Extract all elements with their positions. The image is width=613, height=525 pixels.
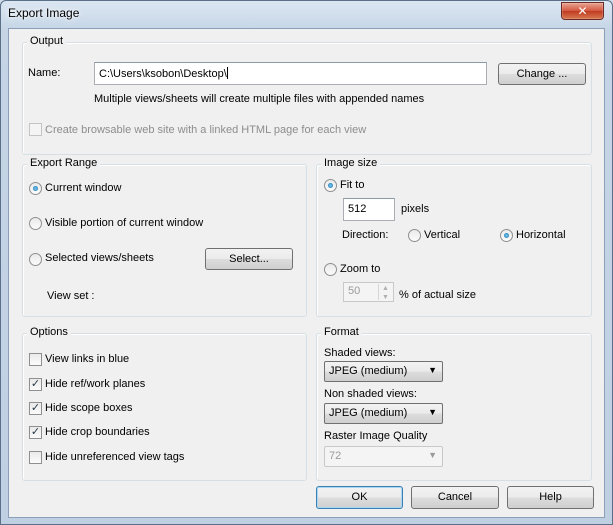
nonshaded-views-label: Non shaded views: (324, 388, 417, 400)
option-label: View links in blue (45, 353, 130, 365)
change-button[interactable]: Change ... (498, 63, 586, 85)
text-caret (226, 67, 228, 79)
chevron-down-icon: ▼ (428, 365, 437, 375)
browsable-checkbox[interactable] (29, 123, 42, 136)
checkmark-icon: ✓ (30, 426, 41, 438)
visible-portion-label: Visible portion of current window (45, 217, 204, 229)
close-icon: ✕ (577, 4, 588, 18)
chevron-down-icon: ▼ (428, 450, 437, 460)
option-label: Hide ref/work planes (45, 378, 146, 390)
option-label: Hide unreferenced view tags (45, 451, 185, 463)
help-button[interactable]: Help (507, 486, 594, 509)
vertical-radio[interactable] (408, 229, 421, 242)
visible-portion-radio[interactable] (29, 217, 42, 230)
raster-quality-value: 72 (329, 450, 342, 462)
image-size-group: Image size Fit to 512 pixels Direction: … (316, 157, 592, 317)
shaded-views-dropdown[interactable]: JPEG (medium) ▼ (324, 361, 443, 382)
option-checkbox[interactable]: ✓ (29, 402, 42, 415)
fit-to-radio[interactable] (324, 179, 337, 192)
dialog-body: Output Name: C:\Users\ksobon\Desktop\ Ch… (8, 28, 605, 518)
spin-down-icon: ▼ (382, 294, 389, 301)
options-group: Options View links in blue ✓ Hide ref/work… (22, 326, 307, 481)
options-label: Options (27, 326, 71, 338)
name-field[interactable]: C:\Users\ksobon\Desktop\ (94, 62, 487, 85)
horizontal-label: Horizontal (516, 229, 566, 241)
zoom-unit-label: % of actual size (399, 289, 477, 301)
option-label: Hide crop boundaries (45, 426, 150, 438)
option-checkbox[interactable]: ✓ (29, 378, 42, 391)
zoom-to-label: Zoom to (340, 263, 381, 275)
horizontal-radio[interactable] (500, 229, 513, 242)
output-group: Output Name: C:\Users\ksobon\Desktop\ Ch… (22, 35, 592, 155)
cancel-button[interactable]: Cancel (411, 486, 499, 509)
browsable-label: Create browsable web site with a linked … (45, 124, 367, 136)
current-window-radio[interactable] (29, 182, 42, 195)
spin-up-icon: ▲ (382, 285, 389, 292)
selected-views-radio[interactable] (29, 253, 42, 266)
checkmark-icon: ✓ (30, 402, 41, 414)
select-button[interactable]: Select... (205, 248, 293, 270)
fit-to-label: Fit to (340, 179, 365, 191)
shaded-views-value: JPEG (medium) (329, 365, 408, 377)
nonshaded-views-value: JPEG (medium) (329, 407, 408, 419)
option-checkbox[interactable] (29, 451, 42, 464)
selected-views-label: Selected views/sheets (45, 252, 154, 264)
raster-quality-label: Raster Image Quality (324, 430, 428, 442)
option-checkbox[interactable]: ✓ (29, 426, 42, 439)
spinner-arrows[interactable]: ▲ ▼ (378, 284, 392, 301)
vertical-label: Vertical (424, 229, 461, 241)
shaded-views-label: Shaded views: (324, 347, 396, 359)
output-group-label: Output (27, 35, 67, 47)
zoom-value: 50 (348, 285, 361, 297)
option-label: Hide scope boxes (45, 402, 133, 414)
name-label: Name: (28, 67, 61, 79)
export-range-label: Export Range (27, 157, 101, 169)
output-note: Multiple views/sheets will create multip… (94, 93, 425, 105)
export-image-dialog: Export Image ✕ Output Name: C:\Users\kso… (0, 0, 613, 525)
pixels-input[interactable]: 512 (343, 198, 395, 221)
image-size-label: Image size (321, 157, 381, 169)
chevron-down-icon: ▼ (428, 407, 437, 417)
ok-button[interactable]: OK (316, 486, 403, 509)
option-checkbox[interactable] (29, 353, 42, 366)
window-title: Export Image (8, 6, 80, 20)
format-label: Format (321, 326, 362, 338)
nonshaded-views-dropdown[interactable]: JPEG (medium) ▼ (324, 403, 443, 424)
zoom-spinner[interactable]: 50 ▲ ▼ (343, 282, 394, 302)
view-set-label: View set : (47, 290, 95, 302)
zoom-to-radio[interactable] (324, 263, 337, 276)
close-button[interactable]: ✕ (561, 2, 604, 20)
name-field-value: C:\Users\ksobon\Desktop\ (99, 68, 227, 80)
raster-quality-dropdown[interactable]: 72 ▼ (324, 446, 443, 467)
pixels-label: pixels (401, 203, 430, 215)
format-group: Format Shaded views: JPEG (medium) ▼ Non… (316, 326, 592, 481)
direction-label: Direction: (342, 229, 389, 241)
title-bar: Export Image ✕ (1, 1, 612, 27)
current-window-label: Current window (45, 182, 122, 194)
checkmark-icon: ✓ (30, 378, 41, 390)
export-range-group: Export Range Current window Visible port… (22, 157, 307, 317)
